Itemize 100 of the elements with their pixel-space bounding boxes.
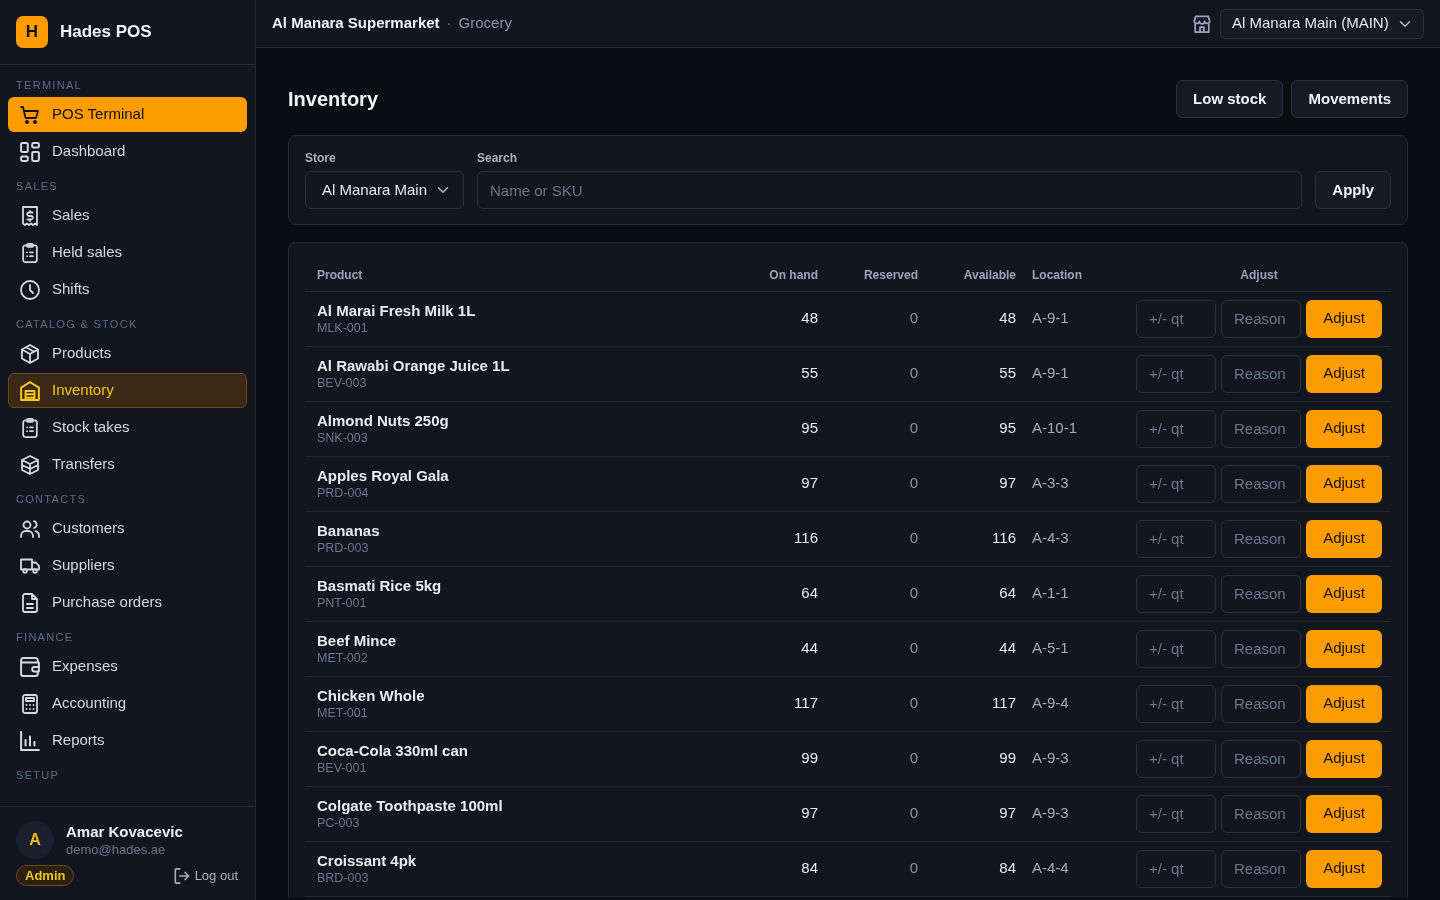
section-label: CATALOG & STOCK <box>16 318 139 331</box>
sidebar-item[interactable]: Purchase orders <box>8 585 247 620</box>
reason-input[interactable]: Reason <box>1221 794 1301 833</box>
reason-input[interactable]: Reason <box>1221 739 1301 778</box>
product-sku: SNK-003 <box>317 429 369 446</box>
clipboard-icon <box>20 417 40 438</box>
adjust-button[interactable]: Adjust <box>1306 354 1382 393</box>
sidebar-item[interactable]: Shifts <box>8 272 247 307</box>
product-name: Croissant 4pk <box>317 851 418 870</box>
sidebar-item[interactable]: Accounting <box>8 686 247 721</box>
table-cell: A-9-1 <box>1024 291 1127 346</box>
sidebar-item[interactable]: Transfers <box>8 447 247 482</box>
section-label: CONTACTS <box>16 493 88 506</box>
logout-link[interactable]: Log out <box>173 865 238 886</box>
quantity-input[interactable]: +/- qt <box>1136 794 1216 833</box>
column-header: Adjust <box>1127 259 1391 291</box>
product-sku: PRD-003 <box>317 539 370 556</box>
adjust-button[interactable]: Adjust <box>1306 629 1382 668</box>
quantity-input[interactable]: +/- qt <box>1136 409 1216 448</box>
table-cell: 0 <box>826 456 926 511</box>
user-avatar: A <box>16 821 54 859</box>
table-cell: A-1-1 <box>1024 566 1127 621</box>
store-select[interactable]: Al Manara Main <box>305 171 464 209</box>
action-button[interactable]: Low stock <box>1176 80 1284 118</box>
warehouse-icon <box>20 380 40 401</box>
table-cell: 44 <box>726 621 826 676</box>
table-cell: 0 <box>826 676 926 731</box>
quantity-input[interactable]: +/- qt <box>1136 849 1216 888</box>
adjust-button[interactable]: Adjust <box>1306 409 1382 448</box>
adjust-button[interactable]: Adjust <box>1306 299 1382 338</box>
quantity-input[interactable]: +/- qt <box>1136 739 1216 778</box>
table-cell: A-4-4 <box>1024 841 1127 896</box>
reason-input[interactable]: Reason <box>1221 684 1301 723</box>
product-name: Al Rawabi Orange Juice 1L <box>317 356 511 375</box>
table-cell: 44 <box>926 621 1024 676</box>
store-select[interactable]: Al Manara Main (MAIN) <box>1220 8 1424 39</box>
sidebar-item[interactable]: Products <box>8 336 247 371</box>
apply-button[interactable]: Apply <box>1315 171 1391 209</box>
reason-input[interactable]: Reason <box>1221 519 1301 558</box>
product-sku: PNT-001 <box>317 594 368 611</box>
sidebar-item[interactable]: Dashboard <box>8 134 247 169</box>
search-field[interactable]: Name or SKU <box>477 171 1303 209</box>
product-sku: MET-002 <box>317 649 369 666</box>
reason-input[interactable]: Reason <box>1221 354 1301 393</box>
adjust-button[interactable]: Adjust <box>1306 849 1382 888</box>
column-header: Reserved <box>826 259 926 291</box>
quantity-input[interactable]: +/- qt <box>1136 464 1216 503</box>
table-cell: 48 <box>926 291 1024 346</box>
table-cell: 99 <box>726 731 826 786</box>
adjust-button[interactable]: Adjust <box>1306 739 1382 778</box>
adjust-button[interactable]: Adjust <box>1306 519 1382 558</box>
sidebar-item[interactable]: Sales <box>8 198 247 233</box>
clipboard-icon <box>20 242 40 263</box>
adjust-button[interactable]: Adjust <box>1306 464 1382 503</box>
sidebar-item[interactable]: POS Terminal <box>8 97 247 132</box>
quantity-input[interactable]: +/- qt <box>1136 299 1216 338</box>
adjust-button[interactable]: Adjust <box>1306 574 1382 613</box>
quantity-input[interactable]: +/- qt <box>1136 519 1216 558</box>
product-sku: BEV-001 <box>317 759 368 776</box>
table-cell: 0 <box>826 291 926 346</box>
table-cell: 84 <box>926 841 1024 896</box>
section-label: FINANCE <box>16 631 75 644</box>
reason-input[interactable]: Reason <box>1221 299 1301 338</box>
table-cell: 97 <box>726 786 826 841</box>
sidebar-item[interactable]: Stock takes <box>8 410 247 445</box>
adjust-button[interactable]: Adjust <box>1306 684 1382 723</box>
sidebar-item[interactable]: Expenses <box>8 649 247 684</box>
reason-input[interactable]: Reason <box>1221 574 1301 613</box>
product-sku: MET-001 <box>317 704 369 721</box>
quantity-input[interactable]: +/- qt <box>1136 354 1216 393</box>
table-cell: A-9-1 <box>1024 346 1127 401</box>
table-cell: 116 <box>726 511 826 566</box>
logout-icon <box>173 867 190 884</box>
section-label: TERMINAL <box>16 79 84 92</box>
column-header: Product <box>305 259 726 291</box>
section-label: SALES <box>16 180 59 193</box>
sidebar-item[interactable]: Suppliers <box>8 548 247 583</box>
reason-input[interactable]: Reason <box>1221 464 1301 503</box>
sidebar-item[interactable]: Reports <box>8 723 247 758</box>
clock-icon <box>20 279 40 300</box>
quantity-input[interactable]: +/- qt <box>1136 629 1216 668</box>
user-email: demo@hades.ae <box>66 840 167 858</box>
table-cell: 55 <box>726 346 826 401</box>
sidebar-item[interactable]: Held sales <box>8 235 247 270</box>
table-cell: 97 <box>926 786 1024 841</box>
page-title: Inventory <box>288 87 379 111</box>
table-cell: 0 <box>826 621 926 676</box>
sidebar-item[interactable]: Customers <box>8 511 247 546</box>
table-cell: 97 <box>726 456 826 511</box>
adjust-button[interactable]: Adjust <box>1306 794 1382 833</box>
table-cell: 116 <box>926 511 1024 566</box>
action-button[interactable]: Movements <box>1291 80 1408 118</box>
reason-input[interactable]: Reason <box>1221 849 1301 888</box>
quantity-input[interactable]: +/- qt <box>1136 574 1216 613</box>
reason-input[interactable]: Reason <box>1221 409 1301 448</box>
product-sku: PRD-004 <box>317 484 370 501</box>
sidebar-item[interactable]: Inventory <box>8 373 247 408</box>
quantity-input[interactable]: +/- qt <box>1136 684 1216 723</box>
table-cell: 95 <box>726 401 826 456</box>
reason-input[interactable]: Reason <box>1221 629 1301 668</box>
